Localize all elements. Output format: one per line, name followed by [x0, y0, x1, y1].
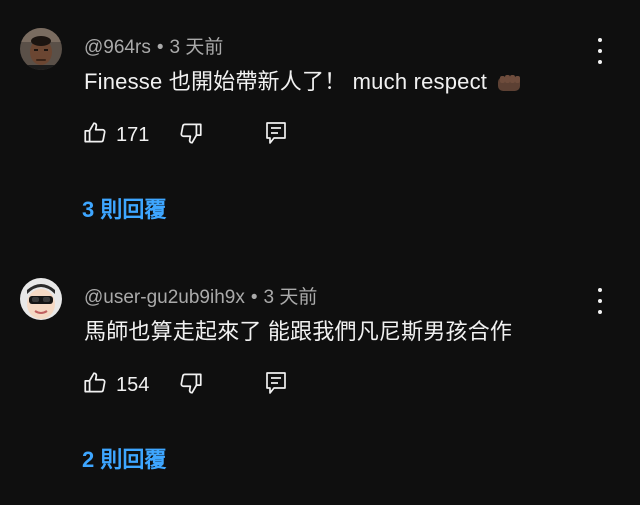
avatar[interactable]	[20, 278, 62, 320]
more-options-button[interactable]	[590, 38, 610, 64]
comment-meta: @964rs • 3 天前	[84, 32, 223, 59]
dislike-button[interactable]	[178, 368, 204, 402]
view-replies-link[interactable]: 3 則回覆	[82, 192, 166, 224]
comment-text: 馬師也算走起來了 能跟我們凡尼斯男孩合作	[84, 314, 512, 346]
like-count: 171	[116, 123, 150, 146]
more-options-button[interactable]	[590, 288, 610, 314]
thumbs-up-icon	[82, 120, 108, 151]
reply-button[interactable]	[264, 118, 288, 152]
comment-meta: @user-gu2ub9ih9x • 3 天前	[84, 282, 317, 309]
fist-emoji-icon	[497, 73, 523, 93]
dislike-button[interactable]	[178, 118, 204, 152]
thumbs-up-icon	[82, 370, 108, 401]
comment-item: @user-gu2ub9ih9x • 3 天前 馬師也算走起來了 能跟我們凡尼斯男孩…	[0, 250, 640, 500]
reply-button[interactable]	[264, 368, 288, 402]
like-button[interactable]: 171	[82, 118, 149, 152]
comment-actions: 171	[82, 118, 602, 152]
meta-separator: •	[156, 37, 164, 58]
reply-icon	[264, 120, 288, 151]
comment-text-content: 馬師也算走起來了 能跟我們凡尼斯男孩合作	[84, 319, 513, 344]
comment-time[interactable]: 3 天前	[264, 287, 318, 308]
comment-time[interactable]: 3 天前	[169, 37, 223, 58]
like-button[interactable]: 154	[82, 368, 149, 402]
comment-actions: 154	[82, 368, 602, 402]
meta-separator: •	[250, 287, 258, 308]
view-replies-link[interactable]: 2 則回覆	[82, 442, 166, 474]
comment-text: Finesse 也開始帶新人了！ much respect	[84, 64, 523, 96]
comment-author[interactable]: @964rs	[84, 37, 151, 58]
avatar[interactable]	[20, 28, 62, 70]
comment-author[interactable]: @user-gu2ub9ih9x	[84, 287, 245, 308]
comment-text-content: Finesse 也開始帶新人了！ much respect	[84, 69, 488, 94]
reply-icon	[264, 370, 288, 401]
comment-item: @964rs • 3 天前 Finesse 也開始帶新人了！ much respec…	[0, 0, 640, 250]
thumbs-down-icon	[178, 370, 204, 401]
thumbs-down-icon	[178, 120, 204, 151]
like-count: 154	[116, 373, 150, 396]
